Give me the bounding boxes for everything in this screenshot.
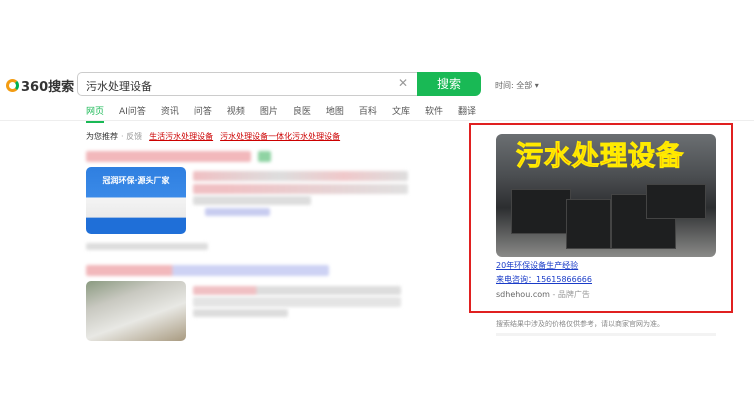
- divider: [0, 120, 754, 121]
- ad-image-title: 污水处理设备: [516, 141, 684, 173]
- result-snippet-blurred: [193, 171, 408, 181]
- result-thumbnail[interactable]: 冠润环保·源头厂家: [86, 167, 186, 234]
- price-note: 搜索结果中涉及的价格仅供参考，请以商家官网为准。: [496, 320, 664, 328]
- recommend-link[interactable]: 污水处理设备一体化污水处理设备: [220, 131, 340, 142]
- ad-image[interactable]: 污水处理设备: [496, 134, 716, 257]
- result-meta-blurred: [86, 243, 208, 250]
- result-title-blurred[interactable]: [86, 151, 251, 162]
- feedback-link[interactable]: · 反馈: [121, 131, 142, 142]
- search-button[interactable]: 搜索: [417, 72, 481, 96]
- logo-icon: [6, 79, 19, 92]
- result-badge-blurred: [258, 151, 271, 162]
- recommend-link[interactable]: 生活污水处理设备: [149, 131, 213, 142]
- logo[interactable]: 360搜索: [6, 76, 74, 95]
- ad-phone-link[interactable]: 来电咨询：15615866666: [496, 274, 592, 285]
- result-snippet-blurred: [193, 286, 401, 295]
- result-thumbnail[interactable]: [86, 281, 186, 341]
- result-snippet-blurred: [193, 196, 311, 205]
- ad-source: sdhehou.com - 品牌广告: [496, 290, 590, 299]
- search-input[interactable]: 污水处理设备: [77, 72, 417, 96]
- result-snippet-blurred: [193, 309, 288, 317]
- chevron-down-icon: ▾: [534, 81, 539, 90]
- close-icon[interactable]: ✕: [398, 76, 408, 90]
- result-snippet-blurred: [193, 297, 401, 307]
- ad-link[interactable]: 20年环保设备生产经验: [496, 260, 578, 271]
- recommend-row: 为您推荐 · 反馈 生活污水处理设备 污水处理设备一体化污水处理设备: [86, 131, 341, 142]
- result-title-blurred[interactable]: [86, 265, 329, 276]
- time-filter[interactable]: 时间: 全部 ▾: [495, 80, 539, 91]
- result-snippet-blurred: [193, 184, 408, 194]
- thumbnail-text: 冠润环保·源头厂家: [102, 176, 170, 185]
- divider: [496, 333, 716, 336]
- result-url-blurred[interactable]: [205, 208, 270, 216]
